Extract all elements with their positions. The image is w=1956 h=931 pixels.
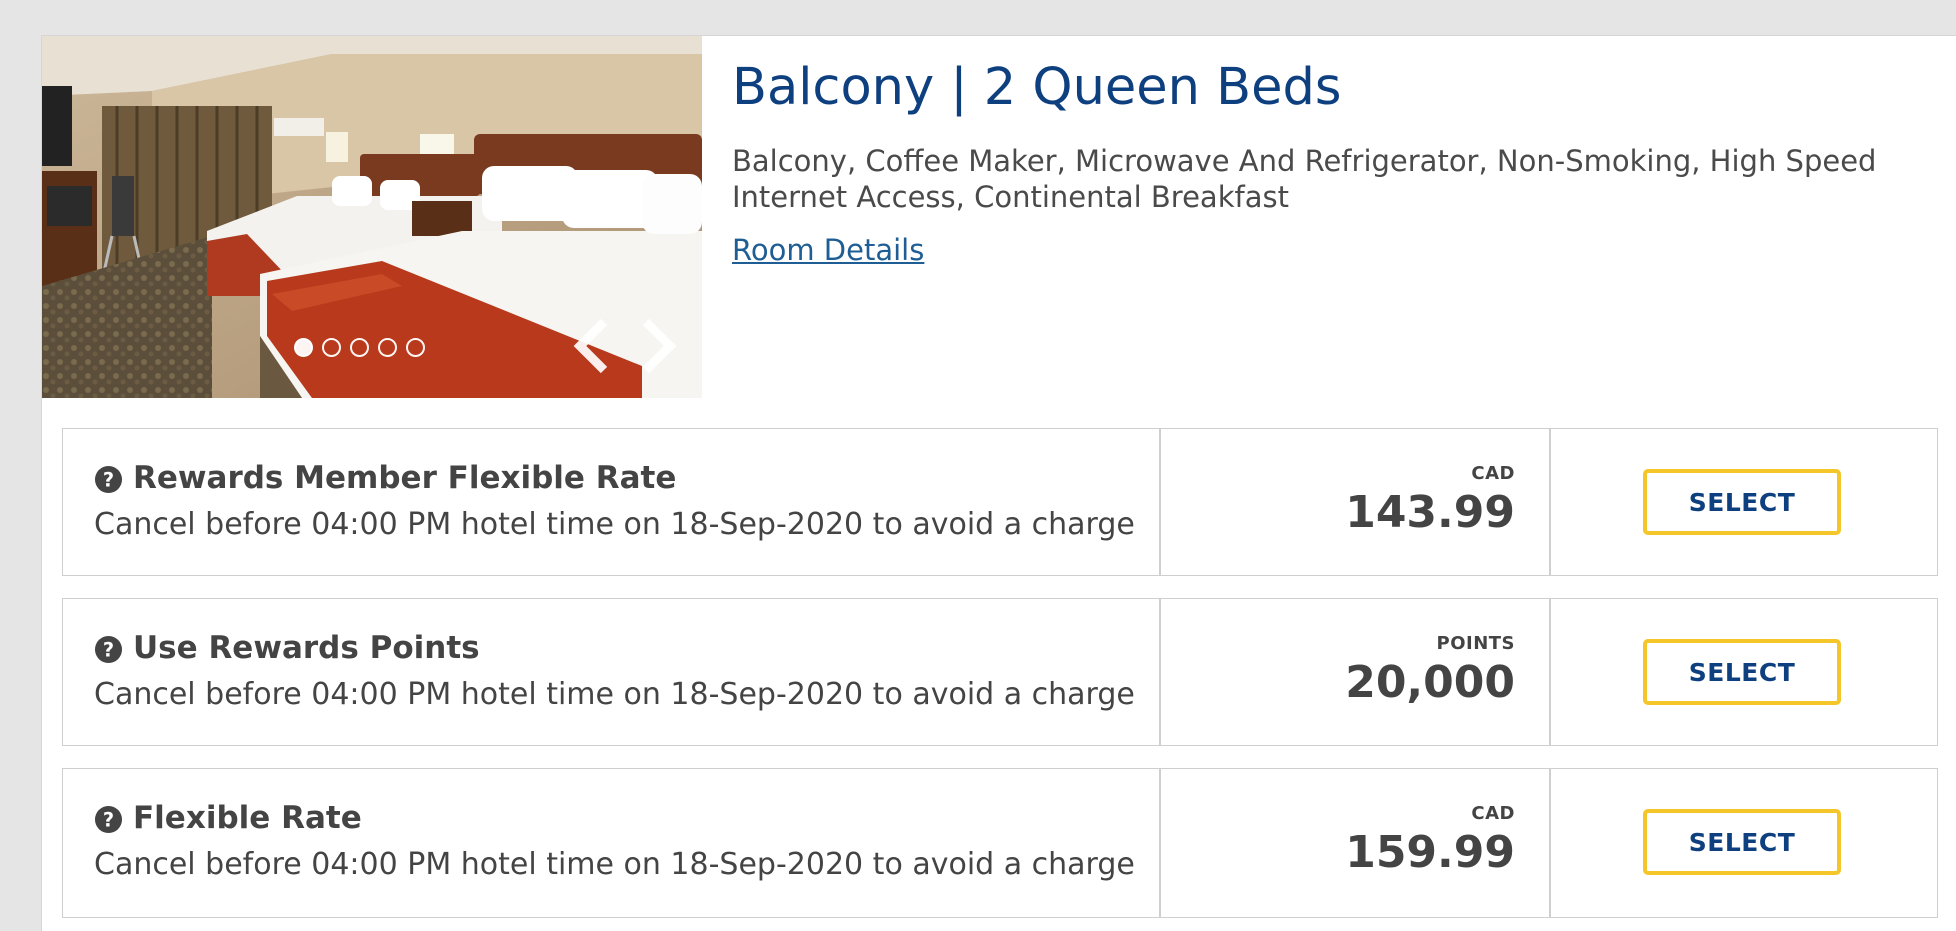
select-rate-button[interactable]: SELECT (1643, 809, 1841, 875)
rate-name: Use Rewards Points (133, 630, 480, 666)
room-details-link[interactable]: Room Details (732, 233, 924, 267)
rate-info: ? Rewards Member Flexible Rate Cancel be… (63, 429, 1159, 575)
carousel-dot-2[interactable] (322, 338, 341, 357)
room-amenities: Balcony, Coffee Maker, Microwave And Ref… (732, 144, 1877, 214)
svg-text:?: ? (103, 808, 114, 831)
rate-name: Flexible Rate (133, 800, 362, 836)
rate-row: ? Use Rewards Points Cancel before 04:00… (62, 598, 1938, 746)
price-amount: 143.99 (1345, 487, 1515, 538)
price-currency: CAD (1471, 463, 1515, 484)
carousel-dot-5[interactable] (406, 338, 425, 357)
price-currency: CAD (1471, 803, 1515, 824)
select-rate-button[interactable]: SELECT (1643, 639, 1841, 705)
question-circle-icon[interactable]: ? (94, 635, 123, 664)
carousel-dot-4[interactable] (378, 338, 397, 357)
svg-text:?: ? (103, 468, 114, 491)
price-amount: 159.99 (1345, 827, 1515, 878)
svg-text:?: ? (103, 638, 114, 661)
chevron-right-icon[interactable] (638, 318, 678, 374)
divider (1159, 429, 1161, 575)
divider (1549, 429, 1551, 575)
divider (1549, 599, 1551, 745)
select-rate-button[interactable]: SELECT (1643, 469, 1841, 535)
cancel-policy: Cancel before 04:00 PM hotel time on 18-… (94, 847, 1135, 882)
cancel-policy: Cancel before 04:00 PM hotel time on 18-… (94, 507, 1135, 542)
price-amount: 20,000 (1345, 657, 1515, 708)
price-currency: POINTS (1436, 633, 1515, 654)
divider (1159, 599, 1161, 745)
carousel-dot-3[interactable] (350, 338, 369, 357)
rate-name: Rewards Member Flexible Rate (133, 460, 677, 496)
carousel-dots (294, 338, 425, 357)
question-circle-icon[interactable]: ? (94, 805, 123, 834)
divider (1549, 769, 1551, 917)
chevron-left-icon[interactable] (572, 318, 612, 374)
rate-info: ? Use Rewards Points Cancel before 04:00… (63, 599, 1159, 745)
divider (1159, 769, 1161, 917)
rate-info: ? Flexible Rate Cancel before 04:00 PM h… (63, 769, 1159, 917)
carousel-dot-1[interactable] (294, 338, 313, 357)
rate-row: ? Rewards Member Flexible Rate Cancel be… (62, 428, 1938, 576)
cancel-policy: Cancel before 04:00 PM hotel time on 18-… (94, 677, 1135, 712)
room-title: Balcony | 2 Queen Beds (732, 58, 1342, 117)
question-circle-icon[interactable]: ? (94, 465, 123, 494)
rate-row: ? Flexible Rate Cancel before 04:00 PM h… (62, 768, 1938, 918)
